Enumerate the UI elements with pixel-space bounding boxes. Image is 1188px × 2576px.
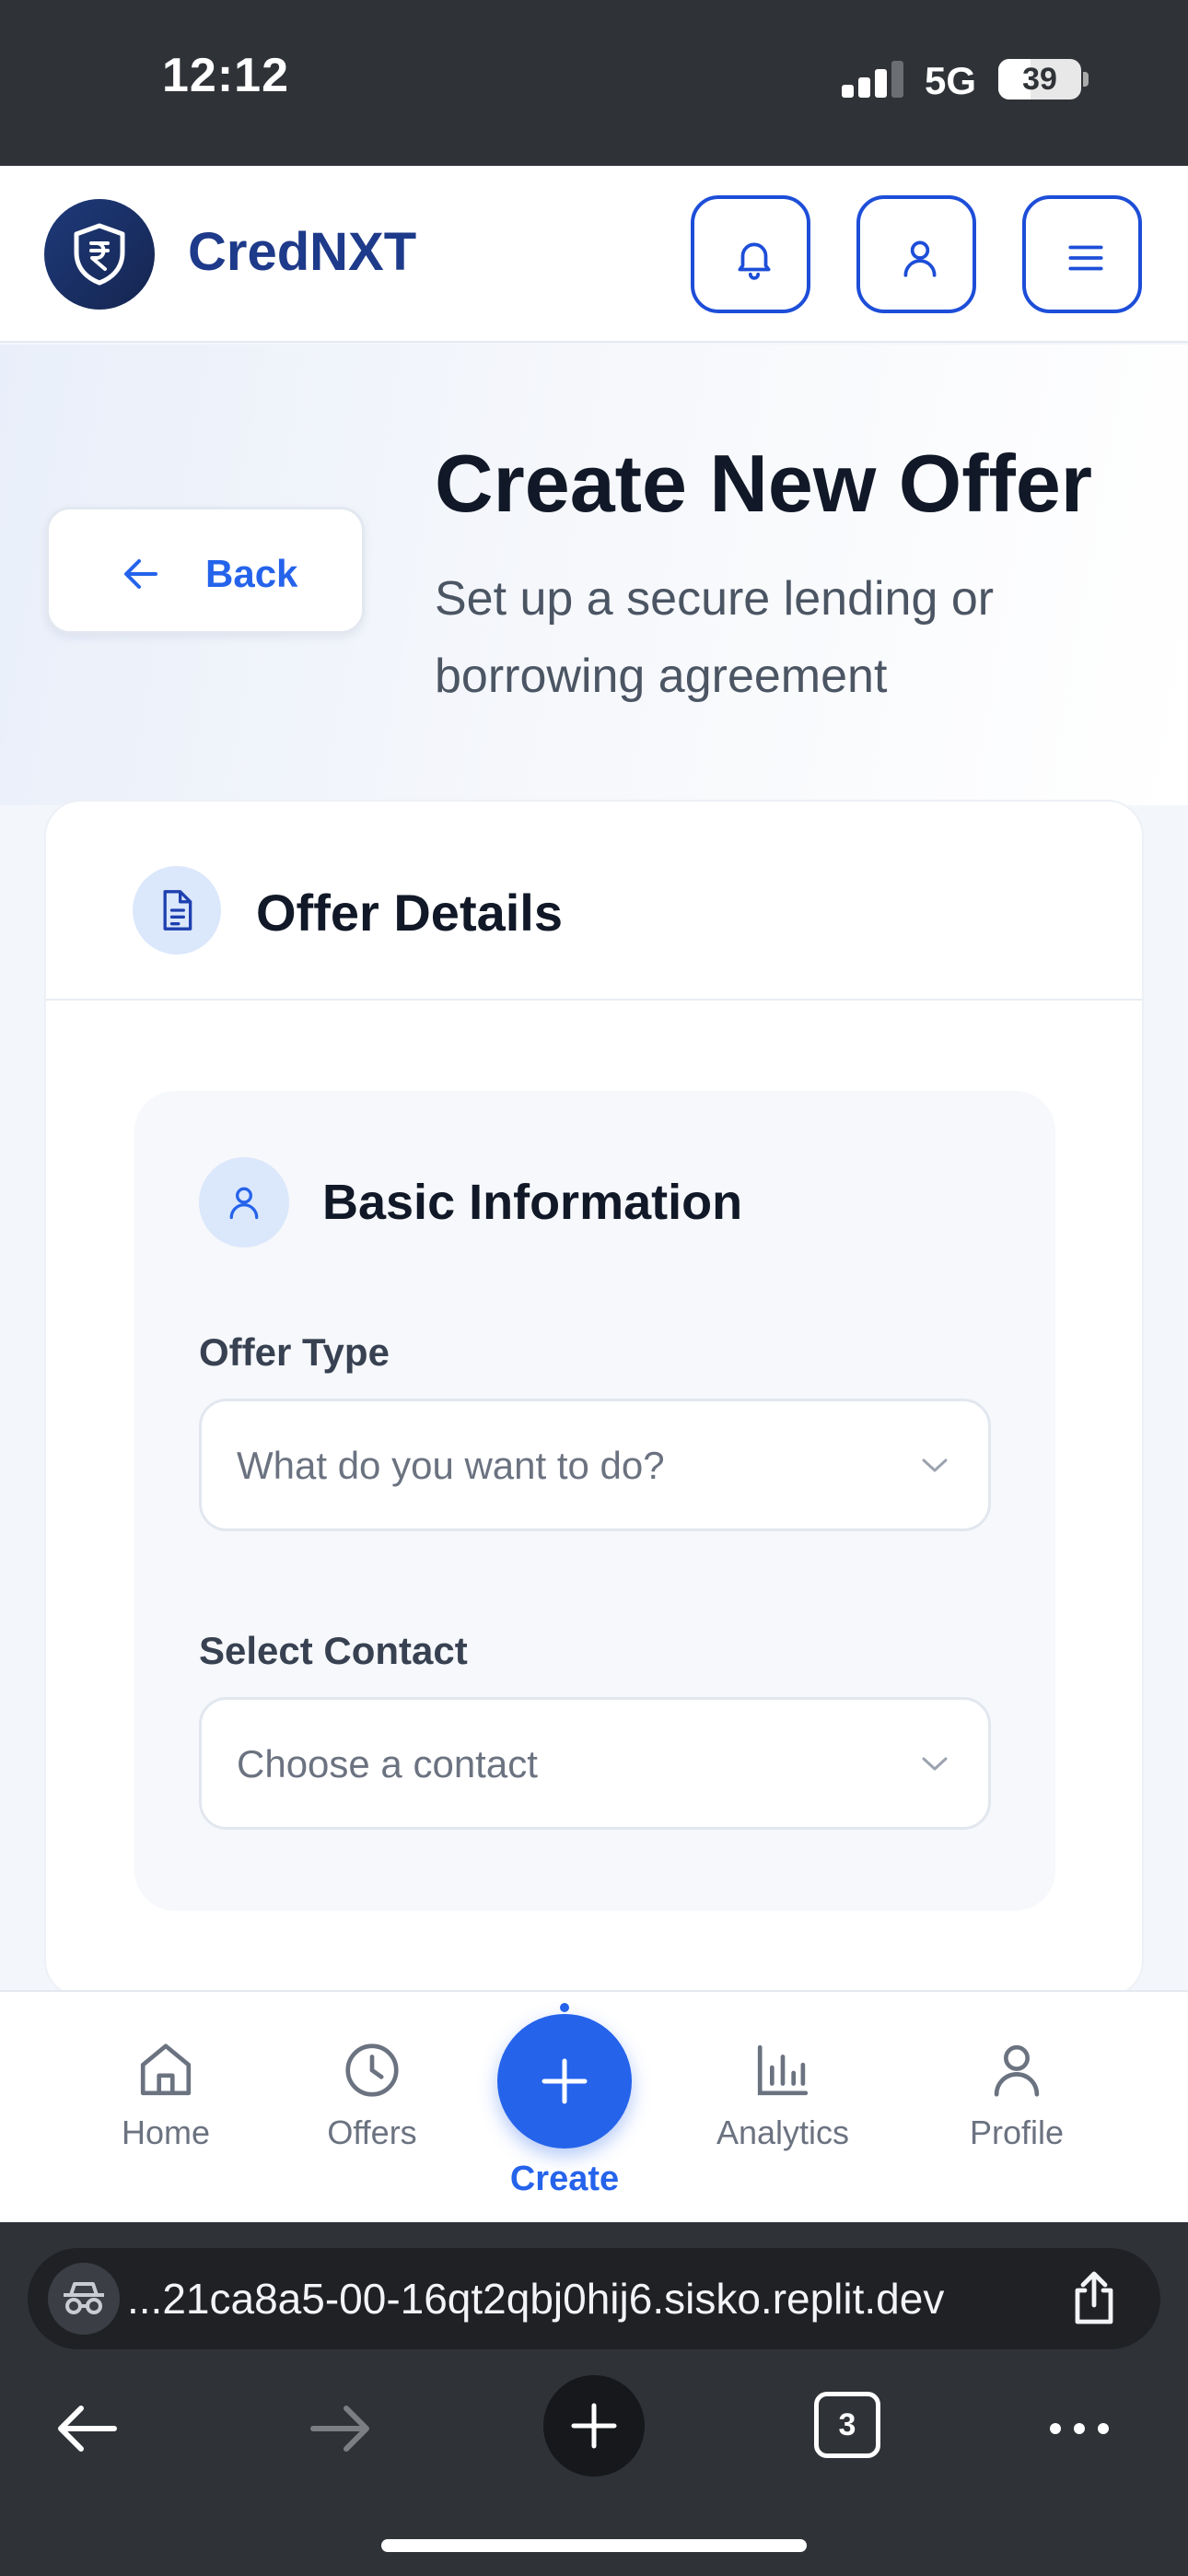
user-icon: [994, 2044, 1040, 2097]
user-icon: [229, 1187, 259, 1220]
document-icon: [163, 890, 192, 931]
screen: { "status_bar": { "time": "12:12", "netw…: [0, 0, 1188, 2576]
plus-icon: [542, 2058, 588, 2104]
bar-chart-icon: [757, 2044, 809, 2096]
section-title: Basic Information: [322, 1175, 743, 1230]
url-text: ...21ca8a5-00-16qt2qbj0hij6.sisko.replit…: [127, 2275, 945, 2323]
card-title: Offer Details: [256, 884, 563, 942]
home-icon: [140, 2043, 192, 2096]
new-tab-button[interactable]: [543, 2375, 645, 2476]
battery-tip: [1083, 72, 1089, 87]
back-arrow-icon[interactable]: [53, 2403, 120, 2454]
nav-offers[interactable]: Offers: [280, 2038, 464, 2185]
nav-analytics[interactable]: Analytics: [691, 2038, 875, 2185]
brand-logo[interactable]: [44, 199, 155, 310]
page-subtitle: Set up a secure lending or borrowing agr…: [435, 572, 995, 703]
arrow-left-icon: [124, 559, 157, 589]
shield-rupee-icon: [74, 223, 125, 286]
nav-analytics-label: Analytics: [716, 2113, 850, 2151]
basic-information-section: Basic Information Offer Type What do you…: [134, 1091, 1055, 1911]
plus-icon: [571, 2403, 617, 2449]
page-title: Create New Offer: [435, 438, 1093, 529]
user-icon: [903, 240, 937, 277]
brand-name[interactable]: CredNXT: [188, 221, 416, 283]
page-hero: Back Create New Offer Set up a secure le…: [0, 345, 1188, 805]
menu-icon: [1068, 245, 1103, 271]
battery-icon: 39: [998, 59, 1081, 100]
private-browsing-icon: [64, 2282, 104, 2314]
share-icon[interactable]: [1068, 2268, 1120, 2327]
url-bar[interactable]: ...21ca8a5-00-16qt2qbj0hij6.sisko.replit…: [28, 2248, 1160, 2349]
signal-icon: [842, 61, 904, 98]
active-indicator-dot: [560, 2003, 569, 2012]
back-button[interactable]: Back: [46, 507, 365, 634]
back-label: Back: [205, 552, 298, 595]
account-button[interactable]: [856, 195, 976, 313]
clock-icon: [345, 2043, 399, 2097]
create-button[interactable]: [497, 2014, 632, 2149]
section-icon-badge: [199, 1157, 289, 1247]
app-header: CredNXT: [0, 166, 1188, 343]
bell-icon: [738, 242, 771, 280]
nav-profile-label: Profile: [969, 2113, 1065, 2151]
battery-percent: 39: [1022, 62, 1057, 97]
offer-type-select[interactable]: What do you want to do?: [199, 1399, 991, 1531]
status-bar: 12:12 5G 39: [0, 0, 1188, 166]
chevron-down-icon: [922, 1458, 948, 1472]
offer-details-card: Offer Details Basic Information Offer Ty…: [44, 800, 1144, 1997]
menu-button[interactable]: [1022, 195, 1142, 313]
network-type: 5G: [925, 59, 977, 102]
bottom-nav: Home Offers Create Analytics Profile: [0, 1990, 1188, 2222]
card-icon-badge: [133, 866, 221, 954]
offer-type-label: Offer Type: [199, 1330, 390, 1374]
nav-home-label: Home: [121, 2113, 211, 2151]
contact-label: Select Contact: [199, 1629, 468, 1672]
browser-toolbar: ...21ca8a5-00-16qt2qbj0hij6.sisko.replit…: [0, 2222, 1188, 2576]
notifications-button[interactable]: [691, 195, 810, 313]
more-icon[interactable]: [1046, 2419, 1112, 2438]
status-time: 12:12: [162, 49, 289, 102]
tabs-button[interactable]: 3: [814, 2392, 880, 2458]
nav-create-label[interactable]: Create: [497, 2160, 632, 2199]
home-indicator: [381, 2539, 807, 2552]
contact-placeholder: Choose a contact: [237, 1742, 538, 1786]
contact-select[interactable]: Choose a contact: [199, 1697, 991, 1830]
forward-arrow-icon[interactable]: [308, 2403, 374, 2454]
card-header: Offer Details: [46, 802, 1142, 1001]
offer-type-placeholder: What do you want to do?: [237, 1444, 665, 1487]
nav-profile[interactable]: Profile: [925, 2038, 1109, 2185]
chevron-down-icon: [922, 1757, 948, 1771]
nav-home[interactable]: Home: [74, 2038, 258, 2185]
nav-offers-label: Offers: [327, 2113, 417, 2151]
privacy-button[interactable]: [48, 2263, 120, 2335]
